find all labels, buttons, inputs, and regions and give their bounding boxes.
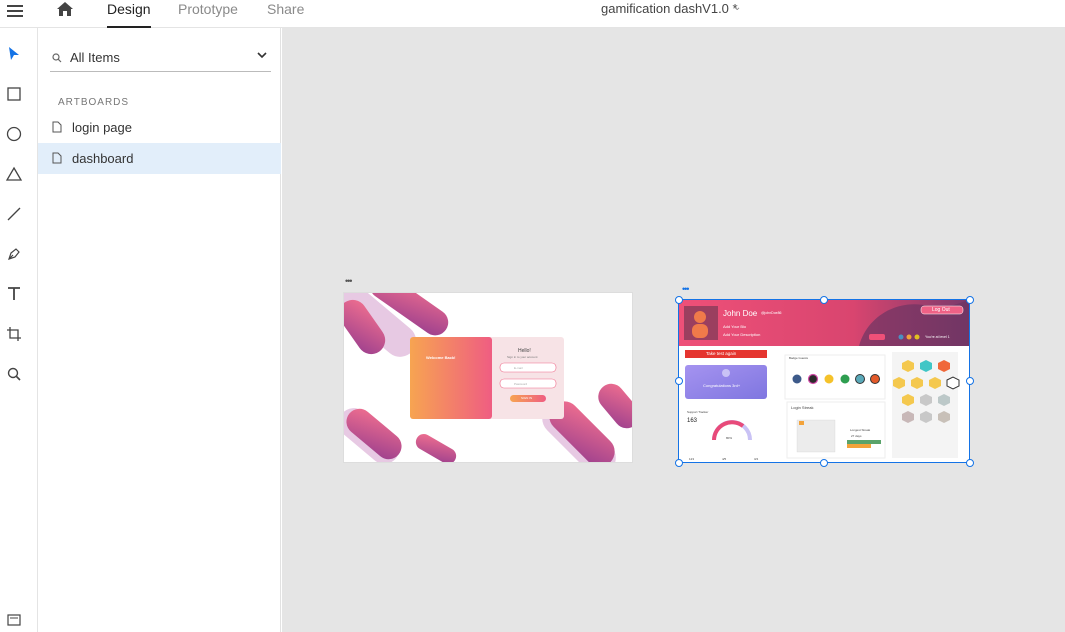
chevron-down-icon[interactable]: ⌄ (733, 2, 741, 13)
artboards-section-title: ARTBOARDS (58, 97, 130, 108)
layers-filter[interactable]: All Items (50, 44, 271, 72)
tab-prototype[interactable]: Prototype (178, 1, 238, 28)
artboard-tool-icon[interactable] (4, 324, 24, 344)
artboard-menu-icon[interactable]: ••• (345, 277, 353, 286)
line-tool-icon[interactable] (4, 204, 24, 224)
login-page-artboard[interactable]: Welcome Back! Hello! Sign in to your acc… (343, 292, 633, 463)
tools-toolbar (0, 28, 38, 632)
ellipse-tool-icon[interactable] (4, 124, 24, 144)
app-window: Design Prototype Share gamification dash… (0, 0, 1065, 632)
layer-item-login-page[interactable]: login page (38, 112, 281, 143)
layer-label: login page (72, 120, 132, 135)
resize-handle-t[interactable] (820, 296, 828, 304)
artboard-icon (52, 152, 62, 164)
select-tool-icon[interactable] (4, 44, 24, 64)
email-placeholder: E-mail (514, 366, 523, 370)
tab-design[interactable]: Design (107, 1, 151, 28)
resize-handle-br[interactable] (966, 459, 974, 467)
welcome-text: Welcome Back! (426, 355, 456, 360)
layer-item-dashboard[interactable]: dashboard (38, 143, 281, 174)
tab-share[interactable]: Share (267, 1, 304, 28)
hello-text: Hello! (518, 348, 531, 354)
home-icon[interactable] (54, 0, 76, 18)
resize-handle-l[interactable] (675, 377, 683, 385)
top-bar: Design Prototype Share gamification dash… (0, 0, 1065, 28)
layers-panel: All Items ARTBOARDS login page dashboard (38, 28, 281, 632)
artboard-icon (52, 121, 62, 133)
search-icon (52, 53, 62, 63)
chevron-down-icon[interactable] (255, 48, 269, 62)
layer-label: dashboard (72, 151, 134, 166)
filter-value: All Items (70, 50, 120, 65)
pen-tool-icon[interactable] (4, 244, 24, 264)
design-canvas[interactable]: ••• Welcome Back! Hello! Sign in to your… (282, 28, 1065, 632)
text-tool-icon[interactable] (4, 284, 24, 304)
signin-button-label: SIGN IN (521, 396, 533, 400)
signin-subtitle: Sign in to your account (507, 355, 538, 359)
triangle-tool-icon[interactable] (4, 164, 24, 184)
resize-handle-bl[interactable] (675, 459, 683, 467)
selection-outline (678, 299, 970, 463)
plugins-icon[interactable] (4, 610, 24, 630)
password-placeholder: Password (514, 382, 528, 386)
resize-handle-b[interactable] (820, 459, 828, 467)
zoom-tool-icon[interactable] (4, 364, 24, 384)
resize-handle-tl[interactable] (675, 296, 683, 304)
menu-icon[interactable] (6, 2, 24, 20)
resize-handle-r[interactable] (966, 377, 974, 385)
document-title[interactable]: gamification dashV1.0 * (601, 1, 738, 16)
login-decoration (344, 293, 632, 462)
resize-handle-tr[interactable] (966, 296, 974, 304)
artboard-menu-icon[interactable]: ••• (682, 285, 690, 294)
rectangle-tool-icon[interactable] (4, 84, 24, 104)
